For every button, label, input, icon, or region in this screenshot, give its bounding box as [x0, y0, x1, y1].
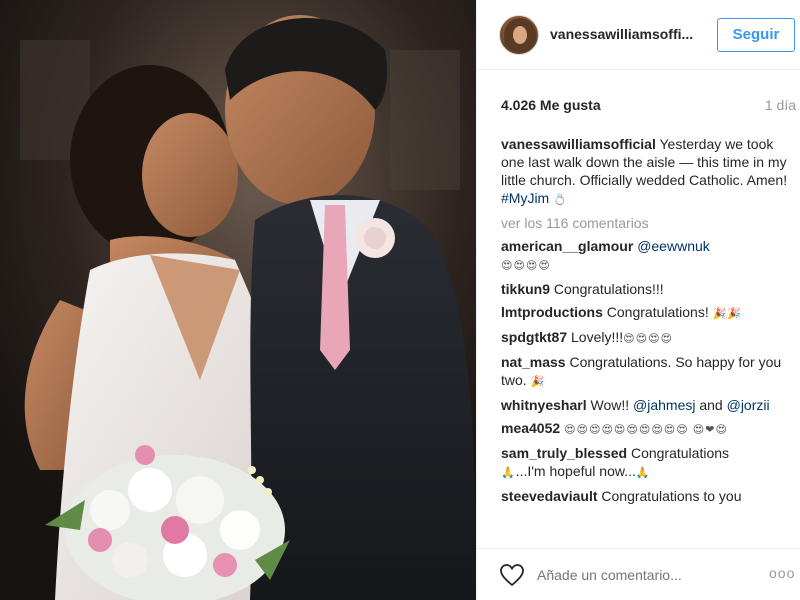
- comment-emoji: 😍😍😍😍: [623, 333, 674, 345]
- comment-item: tikkun9 Congratulations!!!: [501, 280, 793, 298]
- comment-text: Congratulations: [627, 445, 730, 461]
- wedding-photo-image: [0, 0, 476, 600]
- comment-text: Congratulations!!!: [550, 281, 664, 297]
- comment-emoji-2: 🙏: [635, 467, 651, 479]
- comment-emoji: 🙏: [501, 467, 516, 479]
- post-time[interactable]: 1 día: [765, 97, 796, 113]
- post-username[interactable]: vanessawilliamsoffi...: [550, 26, 695, 42]
- comment-mention[interactable]: @jahmesj: [633, 397, 695, 413]
- comment-emoji: 😍😍😍😍😍😍😍😍😍😍 😍❤😍: [564, 424, 728, 436]
- likes-row: 4.026 Me gusta 1 día: [501, 97, 796, 115]
- caption: vanessawilliamsofficial Yesterday we too…: [501, 135, 793, 209]
- comment-emoji: 🎉: [530, 376, 546, 388]
- comment-username[interactable]: lmtproductions: [501, 304, 603, 320]
- post-side-panel: vanessawilliamsoffi... Seguir 4.026 Me g…: [476, 0, 800, 600]
- comment-item: spdgtkt87 Lovely!!!😍😍😍😍: [501, 328, 793, 348]
- comment-username[interactable]: mea4052: [501, 420, 560, 436]
- comment-text: Lovely!!!: [567, 329, 624, 345]
- comments-list: vanessawilliamsofficial Yesterday we too…: [501, 135, 793, 545]
- comment-text: Congratulations!: [602, 304, 713, 320]
- heart-outline-icon[interactable]: [499, 563, 525, 587]
- comment-footer: ooo: [477, 548, 800, 600]
- comment-item: whitnyesharl Wow!! @jahmesj and @jorzii: [501, 396, 793, 414]
- caption-emoji: 💍: [553, 194, 568, 206]
- comment-text-2: and: [695, 397, 727, 413]
- comment-text-2: ...I'm hopeful now...: [515, 463, 636, 479]
- comment-emoji: 😍😍😍😍: [501, 260, 551, 272]
- follow-button[interactable]: Seguir: [717, 18, 795, 52]
- comment-username[interactable]: sam_truly_blessed: [501, 445, 627, 461]
- post-photo[interactable]: [0, 0, 476, 600]
- comment-item: sam_truly_blessed Congratulations 🙏...I'…: [501, 444, 793, 482]
- likes-count[interactable]: 4.026 Me gusta: [501, 97, 601, 113]
- comment-username[interactable]: whitnyesharl: [501, 397, 587, 413]
- comment-item: mea4052 😍😍😍😍😍😍😍😍😍😍 😍❤😍: [501, 419, 793, 439]
- comment-username[interactable]: tikkun9: [501, 281, 550, 297]
- comment-text: Congratulations to you: [597, 488, 742, 504]
- add-comment-input[interactable]: [537, 567, 737, 583]
- comment-mention-2[interactable]: @jorzii: [727, 397, 770, 413]
- comment-username[interactable]: spdgtkt87: [501, 329, 567, 345]
- avatar[interactable]: [499, 15, 539, 55]
- comment-item: lmtproductions Congratulations! 🎉🎉: [501, 303, 793, 323]
- avatar-face-shape: [513, 26, 527, 44]
- more-dots-icon[interactable]: ooo: [769, 565, 795, 581]
- comment-mention[interactable]: @eewwnuk: [637, 238, 710, 254]
- comment-text: Wow!!: [586, 397, 634, 413]
- comment-username[interactable]: american__glamour: [501, 238, 633, 254]
- comment-username[interactable]: steevedaviault: [501, 488, 598, 504]
- comment-item: american__glamour @eewwnuk 😍😍😍😍: [501, 237, 793, 275]
- post-header: vanessawilliamsoffi... Seguir: [477, 0, 800, 70]
- view-all-comments-link[interactable]: ver los 116 comentarios: [501, 214, 793, 232]
- comment-username[interactable]: nat_mass: [501, 354, 566, 370]
- caption-username[interactable]: vanessawilliamsofficial: [501, 136, 656, 152]
- comment-item: steevedaviault Congratulations to you: [501, 487, 793, 505]
- caption-hashtag[interactable]: #MyJim: [501, 190, 549, 206]
- comment-emoji: 🎉🎉: [712, 308, 743, 320]
- comment-item: nat_mass Congratulations. So happy for y…: [501, 353, 793, 391]
